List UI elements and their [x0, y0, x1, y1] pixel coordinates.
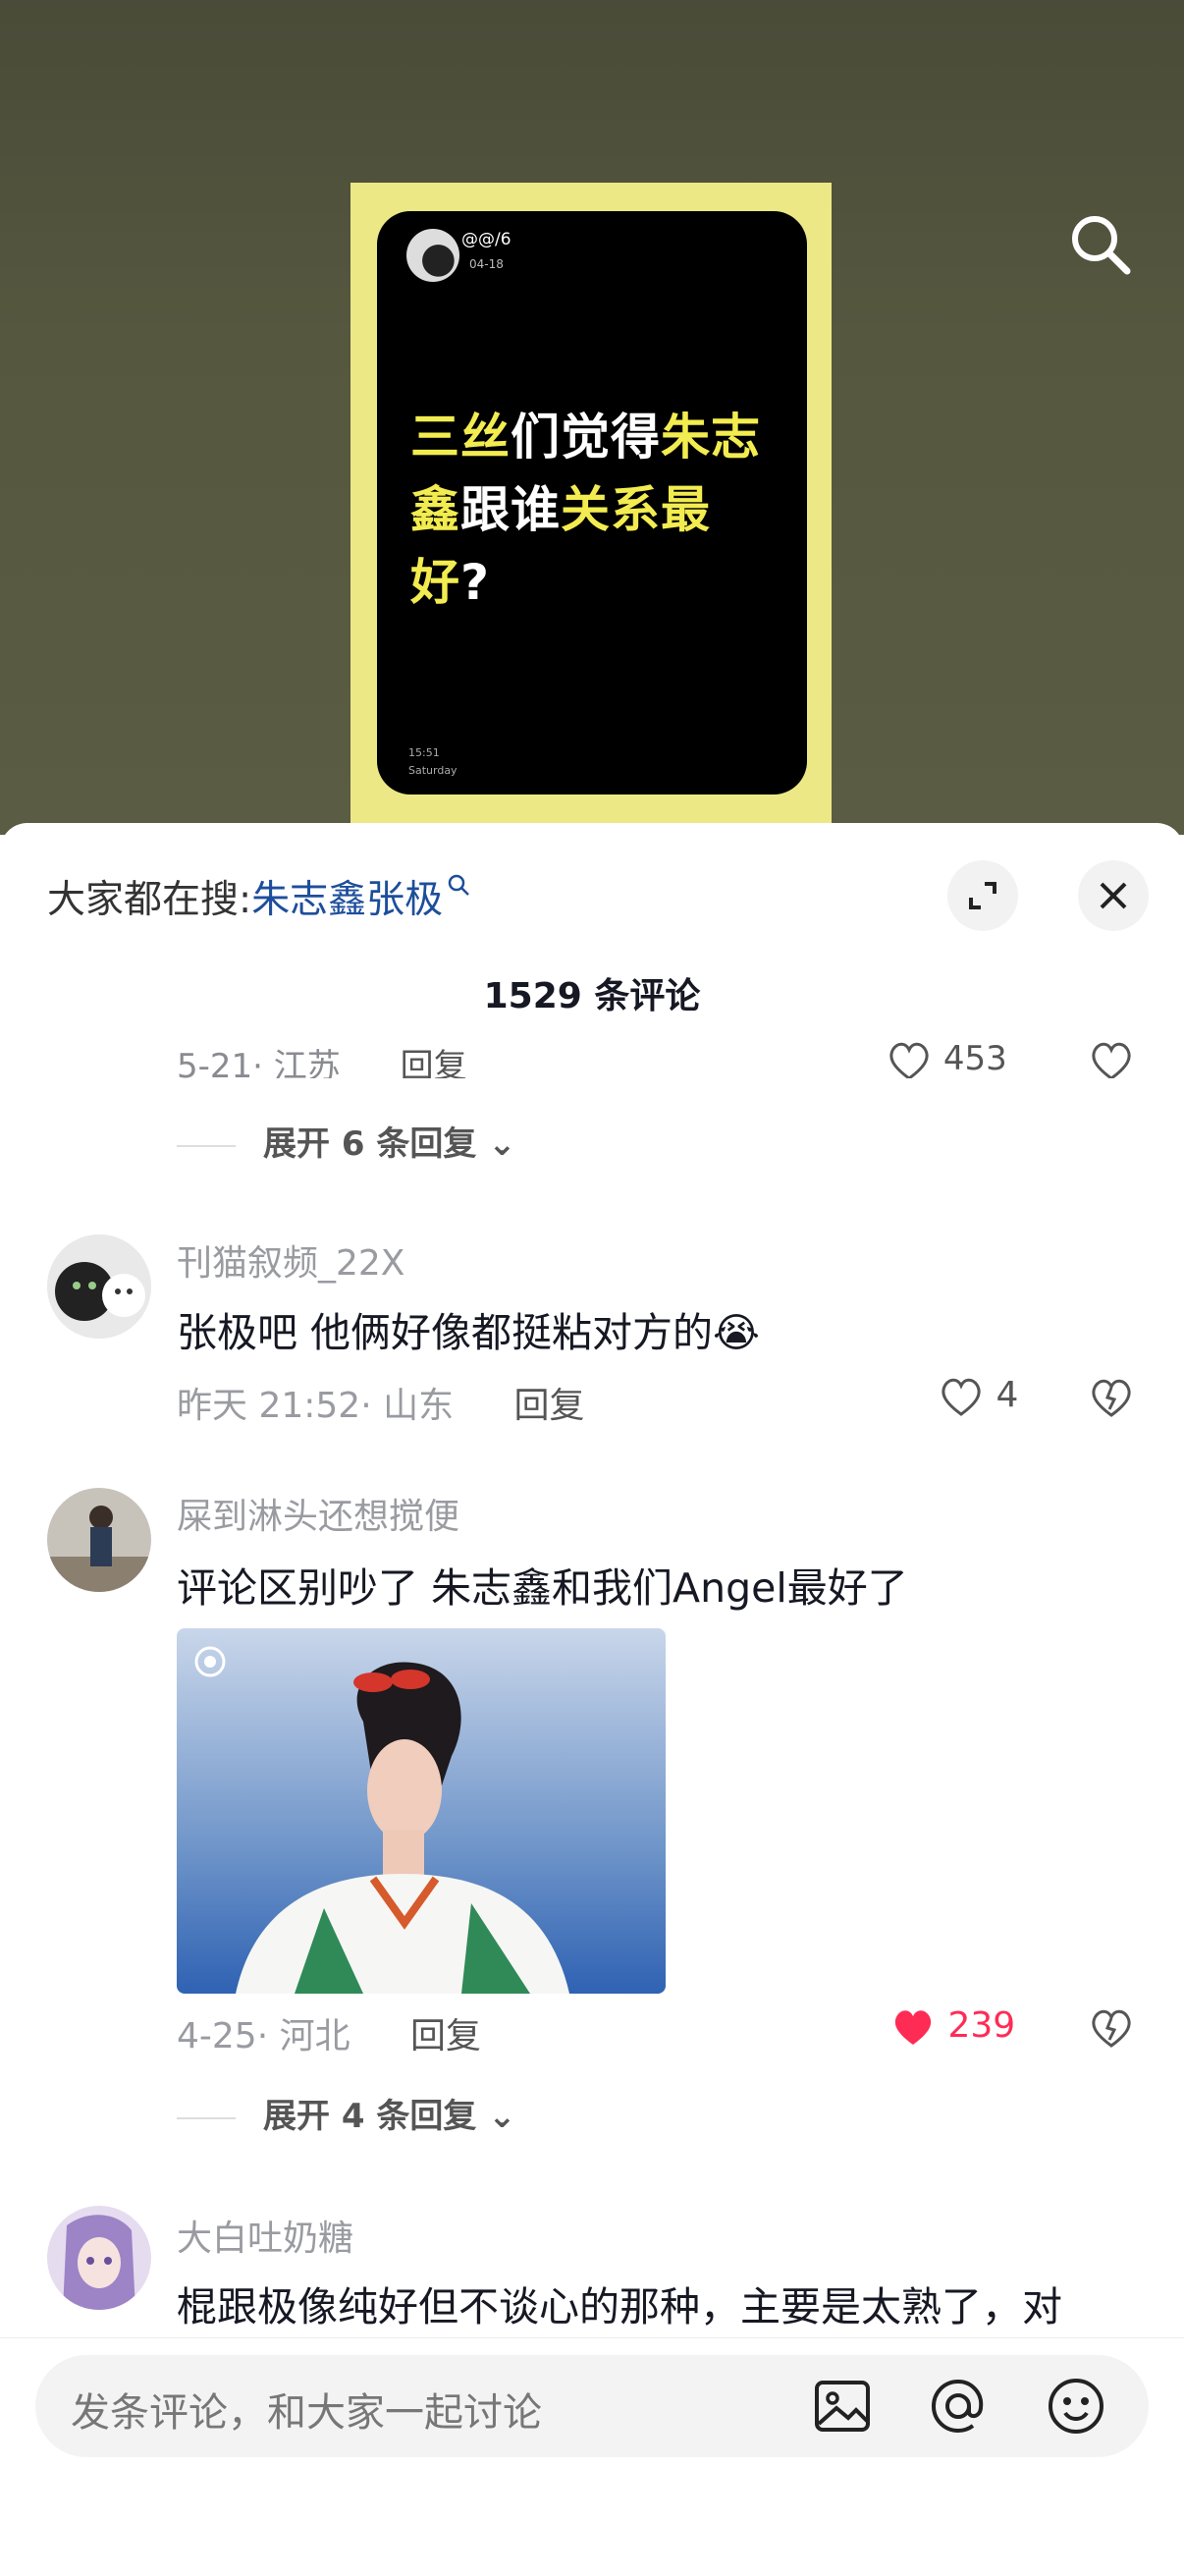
- prev-dislike-icon[interactable]: [1088, 1039, 1135, 1078]
- comment-text: 评论区别吵了 朱志鑫和我们Angel最好了: [177, 1564, 908, 1612]
- reply-button[interactable]: 回复: [514, 1386, 585, 1426]
- trending-prefix: 大家都在搜:: [47, 878, 252, 922]
- heart-icon: [942, 1378, 981, 1416]
- card-avatar: [406, 229, 459, 282]
- expand-replies[interactable]: 展开 4 条回复 ⌄: [177, 2089, 516, 2137]
- chevron-down-icon: ⌄: [476, 2097, 516, 2136]
- comment-meta: 昨天 21:52· 山东: [177, 1386, 455, 1426]
- divider: [177, 1144, 236, 1147]
- dislike-icon[interactable]: [1088, 2006, 1135, 2054]
- expand-label: 展开 4 条回复: [263, 2097, 477, 2136]
- reply-button[interactable]: 回复: [410, 2016, 481, 2056]
- prev-reply-button[interactable]: 回复: [401, 1047, 467, 1078]
- comment-meta: 4-25· 河北: [177, 2016, 350, 2056]
- emoji-icon[interactable]: [1045, 2375, 1107, 2441]
- card-time-value: 15:51: [408, 746, 440, 759]
- expand-label: 展开 6 条回复: [263, 1124, 477, 1164]
- prev-like-area[interactable]: 453: [886, 1039, 1007, 1078]
- comment-text: 棍跟极像纯好但不谈心的那种，主要是太熟了，对: [177, 2283, 1062, 2330]
- fullscreen-icon[interactable]: [947, 860, 1018, 931]
- comment-image[interactable]: [177, 1628, 666, 1994]
- close-icon[interactable]: [1078, 860, 1149, 931]
- card-time: 15:51 Saturday: [408, 744, 457, 780]
- divider: [177, 2116, 236, 2119]
- prev-likes: 453: [942, 1039, 1007, 1078]
- chevron-down-icon: ⌄: [476, 1124, 516, 1164]
- headline-part: 们觉得: [511, 409, 661, 466]
- card-username: @@/6: [461, 230, 511, 249]
- mention-icon[interactable]: [927, 2375, 990, 2441]
- card-headline: 三丝们觉得朱志鑫跟谁关系最好?: [410, 401, 764, 619]
- comment-text: 张极吧 他俩好像都挺粘对方的😭: [177, 1309, 760, 1356]
- card-day: Saturday: [408, 764, 457, 777]
- comment-meta-row: 昨天 21:52· 山东 回复: [177, 1377, 585, 1428]
- headline-part: 关系: [561, 481, 661, 538]
- avatar[interactable]: [47, 2206, 151, 2310]
- headline-part: ?: [460, 554, 491, 611]
- trending-search[interactable]: 大家都在搜:朱志鑫张极: [47, 869, 472, 924]
- comment-placeholder[interactable]: 发条评论，和大家一起讨论: [71, 2381, 542, 2438]
- comment-meta-row: 4-25· 河北 回复: [177, 2007, 481, 2058]
- like-button[interactable]: 4: [938, 1375, 1018, 1418]
- heart-filled-icon: [894, 2010, 932, 2045]
- like-button[interactable]: 239: [889, 2005, 1015, 2049]
- like-count: 4: [996, 1375, 1019, 1415]
- comment-username[interactable]: 大白吐奶糖: [177, 2210, 353, 2261]
- card-date: 04-18: [469, 257, 504, 271]
- trending-keyword[interactable]: 朱志鑫张极: [251, 878, 443, 922]
- prev-meta: 5-21· 江苏: [177, 1047, 341, 1078]
- headline-part: 跟谁: [460, 481, 561, 538]
- dislike-icon[interactable]: [1088, 1376, 1135, 1423]
- avatar[interactable]: [47, 1488, 151, 1592]
- expand-replies-prev[interactable]: 展开 6 条回复 ⌄: [177, 1117, 516, 1165]
- small-search-icon: [448, 874, 470, 896]
- image-icon[interactable]: [811, 2375, 874, 2441]
- comment-username[interactable]: 刊猫叙频_22X: [177, 1234, 404, 1286]
- like-count: 239: [947, 2005, 1016, 2046]
- prev-comment-meta: 5-21· 江苏 回复: [177, 1039, 467, 1078]
- search-icon[interactable]: [1066, 210, 1135, 279]
- avatar[interactable]: [47, 1234, 151, 1339]
- headline-part: 三丝: [410, 409, 511, 466]
- comment-count: 1529 条评论: [483, 976, 701, 1016]
- comment-username[interactable]: 屎到淋头还想搅便: [177, 1488, 459, 1539]
- heart-icon: [889, 1042, 929, 1078]
